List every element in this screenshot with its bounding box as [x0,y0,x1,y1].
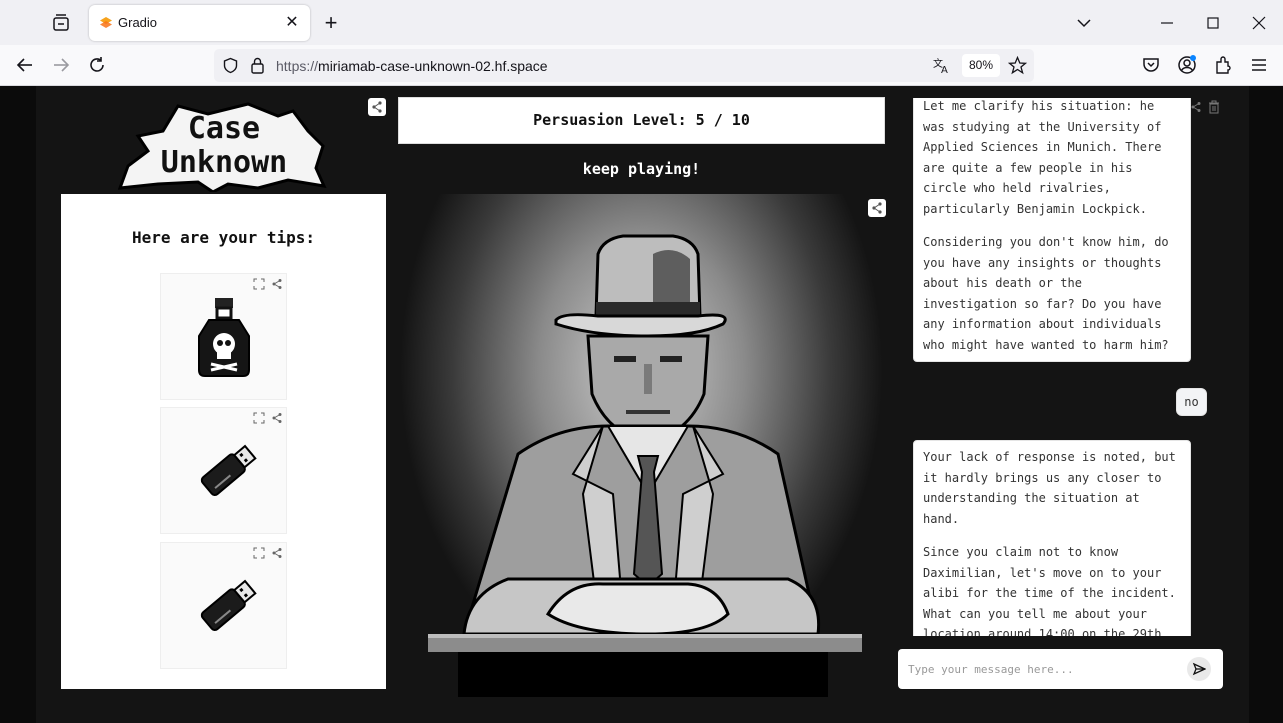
logo-share-icon[interactable] [368,98,386,116]
lock-icon[interactable] [250,57,265,74]
forward-icon[interactable] [50,54,72,76]
user-message: no [1176,388,1207,416]
list-all-tabs-icon[interactable] [1073,12,1095,34]
address-bar[interactable]: https://miriamab-case-unknown-02.hf.spac… [214,49,1034,82]
browser-tab-bar: Gradio ✕ + [0,0,1283,45]
tab-title: Gradio [118,15,158,30]
send-icon [1192,662,1206,676]
pocket-icon[interactable] [1140,54,1162,76]
fullscreen-icon[interactable] [252,277,266,291]
tip-card-usb-1[interactable] [160,407,287,534]
persuasion-level: Persuasion Level: 5 / 10 [398,97,885,144]
close-window-icon[interactable] [1248,12,1270,34]
translate-icon[interactable]: 文A [932,56,951,75]
poison-bottle-icon [198,298,250,377]
tip-card-usb-2[interactable] [160,542,287,669]
trash-icon[interactable] [1207,100,1221,114]
reload-icon[interactable] [86,54,108,76]
extensions-icon[interactable] [1212,54,1234,76]
minimize-icon[interactable] [1156,12,1178,34]
close-tab-icon[interactable]: ✕ [282,13,302,33]
chat-toolbar [1187,99,1223,115]
maximize-icon[interactable] [1202,12,1224,34]
back-icon[interactable] [14,54,36,76]
logo-word-case: Case [188,111,260,146]
detective-portrait [398,194,885,697]
share-icon[interactable] [270,411,284,425]
share-icon[interactable] [270,277,284,291]
case-unknown-logo: Case Unknown [118,102,327,192]
message-paragraph: Let me clarify his situation: he was stu… [923,99,1162,216]
menu-icon[interactable] [1248,54,1270,76]
send-button[interactable] [1187,657,1211,681]
browser-tab[interactable]: Gradio ✕ [89,5,310,41]
tip-card-poison[interactable] [160,273,287,400]
account-icon[interactable] [1176,54,1198,76]
fullscreen-icon[interactable] [252,411,266,425]
zoom-level[interactable]: 80% [962,54,1001,77]
portrait-share-icon[interactable] [868,199,886,217]
fullscreen-icon[interactable] [252,546,266,560]
message-input-box [898,649,1223,689]
tab-list-icon[interactable] [50,12,72,34]
tips-panel: Here are your tips: [61,194,386,689]
browser-nav-bar: https://miriamab-case-unknown-02.hf.spac… [0,45,1283,86]
new-tab-icon[interactable]: + [320,12,342,34]
game-status: keep playing! [582,160,701,178]
bot-message: Your lack of response is noted, but it h… [913,440,1191,636]
shield-icon[interactable] [222,57,239,74]
message-paragraph: Considering you don't know him, do you h… [923,235,1169,352]
usb-stick-icon [200,579,257,631]
bookmark-star-icon[interactable] [1008,56,1027,75]
chatbot-messages[interactable]: Let me clarify his situation: he was stu… [898,98,1223,636]
bot-message: Let me clarify his situation: he was stu… [913,98,1191,362]
tips-title: Here are your tips: [131,228,316,247]
gradio-favicon-icon [100,17,112,28]
message-input[interactable] [908,655,1178,683]
detective-figure [428,234,862,697]
usb-stick-icon [200,444,257,496]
web-page: Case Unknown Here are your tips: Persuas… [0,86,1283,723]
svg-text:A: A [941,65,948,75]
share-icon[interactable] [270,546,284,560]
share-icon[interactable] [1189,100,1203,114]
message-paragraph: Since you claim not to know Daximilian, … [923,545,1176,636]
url-text[interactable]: https://miriamab-case-unknown-02.hf.spac… [276,58,548,74]
message-paragraph: Your lack of response is noted, but it h… [923,450,1176,526]
logo-word-unknown: Unknown [161,145,287,180]
